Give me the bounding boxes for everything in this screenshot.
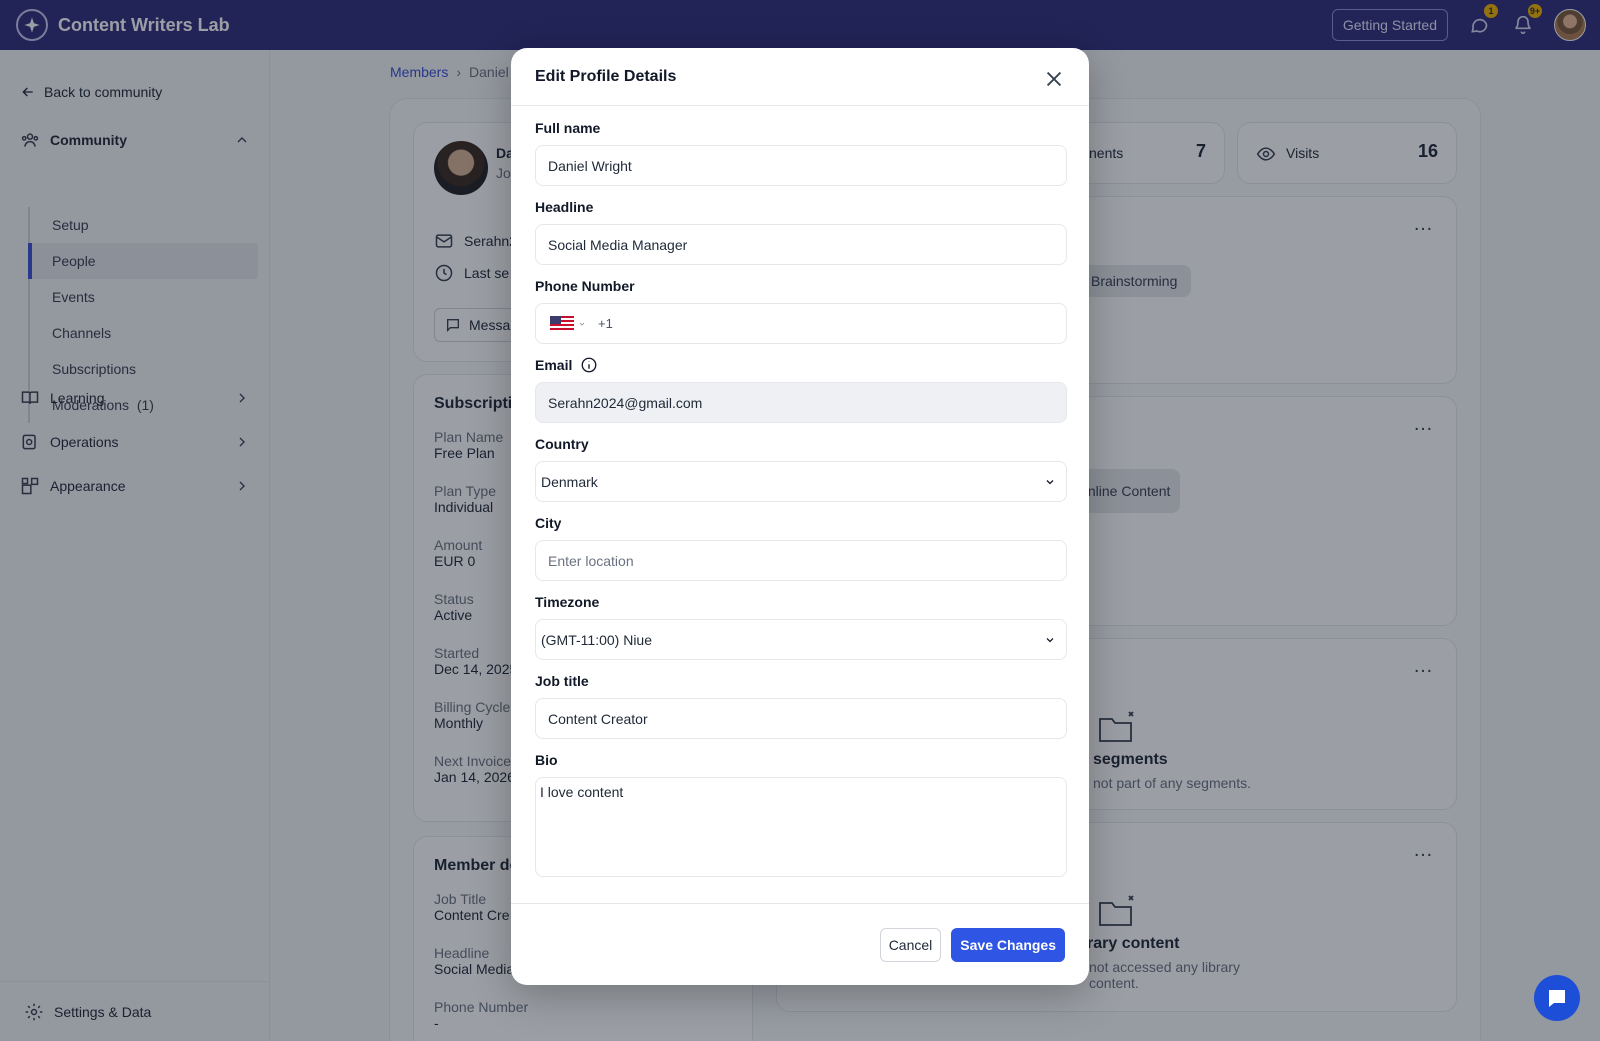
city-input[interactable]: Enter location <box>535 540 1067 581</box>
email-field: Email Serahn2024@gmail.com <box>535 354 1067 423</box>
country-select[interactable]: Denmark <box>535 461 1067 502</box>
info-icon[interactable] <box>580 356 598 374</box>
modal-footer: Cancel Save Changes <box>511 903 1089 985</box>
phone-country-code: +1 <box>598 316 613 331</box>
modal-header: Edit Profile Details <box>511 48 1089 106</box>
chevron-down-icon <box>1046 637 1054 642</box>
phone-input[interactable]: +1 <box>535 303 1067 344</box>
job-title-input[interactable]: Content Creator <box>535 698 1067 739</box>
timezone-select[interactable]: (GMT-11:00) Niue <box>535 619 1067 660</box>
headline-field: Headline Social Media Manager <box>535 196 1067 265</box>
close-icon[interactable] <box>1043 68 1065 90</box>
support-chat-button[interactable] <box>1534 975 1580 1021</box>
bio-textarea[interactable]: I love content <box>535 777 1067 877</box>
save-changes-button[interactable]: Save Changes <box>951 927 1065 962</box>
chevron-down-icon <box>1046 479 1054 484</box>
city-field: City Enter location <box>535 512 1067 581</box>
bio-field: Bio I love content <box>535 749 1067 877</box>
job-title-field: Job title Content Creator <box>535 670 1067 739</box>
edit-profile-modal: Edit Profile Details Full name Daniel Wr… <box>511 48 1089 985</box>
chat-bubble-icon <box>1549 990 1565 1007</box>
chevron-down-icon <box>579 322 585 326</box>
modal-title: Edit Profile Details <box>535 67 677 85</box>
country-code-select[interactable] <box>550 315 596 332</box>
full-name-field: Full name Daniel Wright <box>535 117 1067 186</box>
country-field: Country Denmark <box>535 433 1067 502</box>
modal-body: Full name Daniel Wright Headline Social … <box>511 107 1089 895</box>
cancel-button[interactable]: Cancel <box>879 927 942 962</box>
full-name-input[interactable]: Daniel Wright <box>535 145 1067 186</box>
timezone-field: Timezone (GMT-11:00) Niue <box>535 591 1067 660</box>
phone-field: Phone Number +1 <box>535 275 1067 344</box>
us-flag-icon <box>550 315 574 332</box>
email-input: Serahn2024@gmail.com <box>535 382 1067 423</box>
headline-input[interactable]: Social Media Manager <box>535 224 1067 265</box>
